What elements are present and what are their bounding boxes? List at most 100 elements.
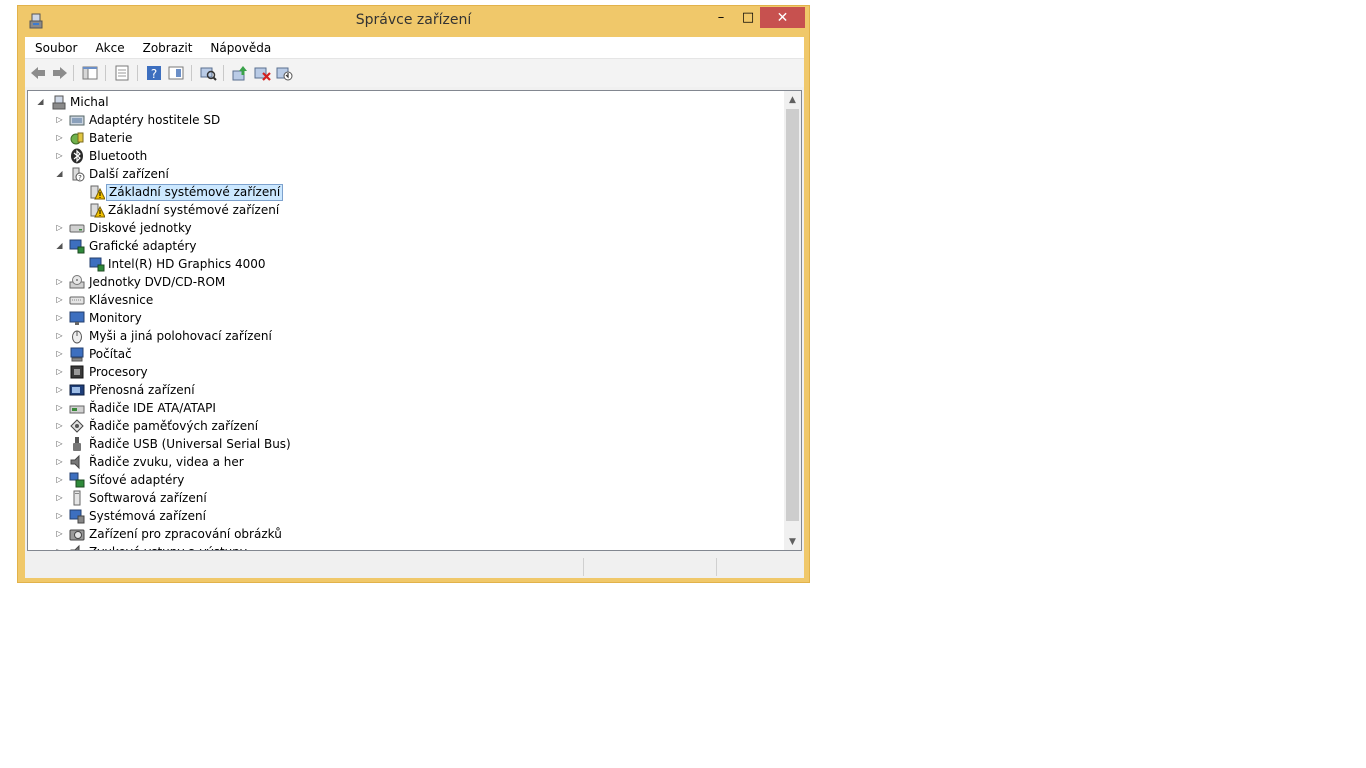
scroll-down-icon[interactable]: ▼	[784, 533, 801, 550]
tree-item-label: Baterie	[89, 131, 133, 145]
expand-arrow-icon[interactable]: ▷	[55, 475, 64, 484]
expand-arrow-icon[interactable]: ▷	[55, 421, 64, 430]
menu-zobrazit[interactable]: Zobrazit	[133, 41, 201, 55]
expand-arrow-icon[interactable]: ▷	[55, 331, 64, 340]
toolbar: ?	[25, 59, 804, 87]
tree-item-label: Klávesnice	[89, 293, 154, 307]
tree-category-item[interactable]: ▷ Jednotky DVD/CD-ROM	[28, 273, 783, 291]
scroll-up-icon[interactable]: ▲	[784, 91, 801, 108]
software-device-icon	[69, 490, 85, 506]
warning-device-icon	[89, 202, 106, 218]
toolbar-separator	[105, 65, 106, 81]
tree-category-item[interactable]: ◢ Grafické adaptéry	[28, 237, 783, 255]
device-tree[interactable]: ◢ Michal ▷ Adaptéry hostitele SD ▷ Baterie ▷ Bl…	[27, 90, 802, 551]
uninstall-icon[interactable]	[253, 64, 271, 82]
menu-bar: Soubor Akce Zobrazit Nápověda	[25, 37, 804, 59]
tree-category-item[interactable]: ▷ Monitory	[28, 309, 783, 327]
console-tree-icon[interactable]	[81, 64, 99, 82]
tree-item-label: Softwarová zařízení	[89, 491, 207, 505]
display-adapter-icon	[89, 256, 105, 272]
tree-category-item[interactable]: ▷ Procesory	[28, 363, 783, 381]
expand-arrow-icon[interactable]: ▷	[55, 529, 64, 538]
menu-napoveda[interactable]: Nápověda	[200, 41, 279, 55]
scrollbar-thumb[interactable]	[786, 109, 799, 521]
tree-category-item[interactable]: ▷ Adaptéry hostitele SD	[28, 111, 783, 129]
tree-category-item[interactable]: ▷ Myši a jiná polohovací zařízení	[28, 327, 783, 345]
portable-device-icon	[69, 382, 85, 398]
system-device-icon	[69, 508, 85, 524]
computer-icon	[69, 346, 85, 362]
expand-arrow-icon[interactable]: ▷	[55, 313, 64, 322]
maximize-button[interactable]: □	[735, 7, 761, 28]
tree-category-item[interactable]: ▷ Řadiče IDE ATA/ATAPI	[28, 399, 783, 417]
forward-icon[interactable]	[51, 64, 69, 82]
expand-arrow-icon[interactable]: ▷	[55, 403, 64, 412]
tree-root[interactable]: ◢ Michal	[28, 93, 783, 111]
vertical-scrollbar[interactable]: ▲ ▼	[784, 91, 801, 550]
expand-arrow-icon[interactable]: ▷	[55, 223, 64, 232]
monitor-icon	[69, 310, 85, 326]
close-button[interactable]: ✕	[760, 7, 805, 28]
imaging-device-icon	[69, 526, 85, 542]
status-bar	[25, 556, 804, 578]
help-icon[interactable]: ?	[145, 64, 163, 82]
tree-category-item[interactable]: ▷ Řadiče zvuku, videa a her	[28, 453, 783, 471]
tree-category-item[interactable]: ▷ Bluetooth	[28, 147, 783, 165]
expand-arrow-icon[interactable]: ▷	[55, 511, 64, 520]
minimize-button[interactable]: –	[708, 7, 734, 28]
tree-root-label: Michal	[70, 95, 109, 109]
expand-arrow-icon[interactable]: ▷	[55, 133, 64, 142]
expand-arrow-icon[interactable]: ▷	[55, 151, 64, 160]
tree-category-item[interactable]: ▷ Zvukové vstupy a výstupy	[28, 543, 783, 550]
expand-arrow-icon[interactable]: ▷	[55, 457, 64, 466]
expand-arrow-icon[interactable]: ▷	[55, 367, 64, 376]
tree-item-label: Jednotky DVD/CD-ROM	[89, 275, 226, 289]
expand-arrow-icon[interactable]: ▷	[55, 277, 64, 286]
tree-child-item[interactable]: Základní systémové zařízení	[28, 183, 783, 201]
properties-icon[interactable]	[113, 64, 131, 82]
tree-category-item[interactable]: ◢? Další zařízení	[28, 165, 783, 183]
tree-category-item[interactable]: ▷ Počítač	[28, 345, 783, 363]
collapse-arrow-icon[interactable]: ◢	[36, 97, 45, 106]
tree-category-item[interactable]: ▷ Baterie	[28, 129, 783, 147]
status-panel-2	[583, 558, 717, 576]
tree-category-item[interactable]: ▷ Diskové jednotky	[28, 219, 783, 237]
tree-category-item[interactable]: ▷ Klávesnice	[28, 291, 783, 309]
menu-akce[interactable]: Akce	[85, 41, 132, 55]
update-driver-icon[interactable]	[231, 64, 249, 82]
tree-child-item[interactable]: Základní systémové zařízení	[28, 201, 783, 219]
view-icon[interactable]	[167, 64, 185, 82]
toolbar-separator	[137, 65, 138, 81]
toolbar-separator	[73, 65, 74, 81]
tree-category-item[interactable]: ▷ Přenosná zařízení	[28, 381, 783, 399]
tree-category-item[interactable]: ▷ Systémová zařízení	[28, 507, 783, 525]
expand-arrow-icon[interactable]: ▷	[55, 385, 64, 394]
tree-category-item[interactable]: ▷ Řadiče USB (Universal Serial Bus)	[28, 435, 783, 453]
window-title: Správce zařízení	[355, 12, 472, 28]
back-icon[interactable]	[29, 64, 47, 82]
expand-arrow-icon[interactable]: ▷	[55, 349, 64, 358]
menu-soubor[interactable]: Soubor	[25, 41, 85, 55]
processor-icon	[69, 364, 85, 380]
tree-category-item[interactable]: ▷ Řadiče paměťových zařízení	[28, 417, 783, 435]
sd-host-icon	[69, 112, 85, 128]
audio-io-icon	[69, 544, 85, 550]
svg-text:?: ?	[151, 67, 157, 81]
collapse-arrow-icon[interactable]: ◢	[55, 241, 64, 250]
collapse-arrow-icon[interactable]: ◢	[55, 169, 64, 178]
expand-arrow-icon[interactable]: ▷	[55, 493, 64, 502]
tree-item-label: Počítač	[89, 347, 132, 361]
expand-arrow-icon[interactable]: ▷	[55, 547, 64, 550]
disable-icon[interactable]	[275, 64, 293, 82]
expand-arrow-icon[interactable]: ▷	[55, 115, 64, 124]
tree-category-item[interactable]: ▷ Zařízení pro zpracování obrázků	[28, 525, 783, 543]
keyboard-icon	[69, 292, 85, 308]
tree-category-item[interactable]: ▷ Síťové adaptéry	[28, 471, 783, 489]
tree-child-item[interactable]: Intel(R) HD Graphics 4000	[28, 255, 783, 273]
tree-category-item[interactable]: ▷ Softwarová zařízení	[28, 489, 783, 507]
expand-arrow-icon[interactable]: ▷	[55, 295, 64, 304]
tree-item-label: Řadiče paměťových zařízení	[89, 419, 259, 433]
scan-hardware-icon[interactable]	[199, 64, 217, 82]
expand-arrow-icon[interactable]: ▷	[55, 439, 64, 448]
title-bar[interactable]: Správce zařízení – □ ✕	[18, 6, 809, 36]
